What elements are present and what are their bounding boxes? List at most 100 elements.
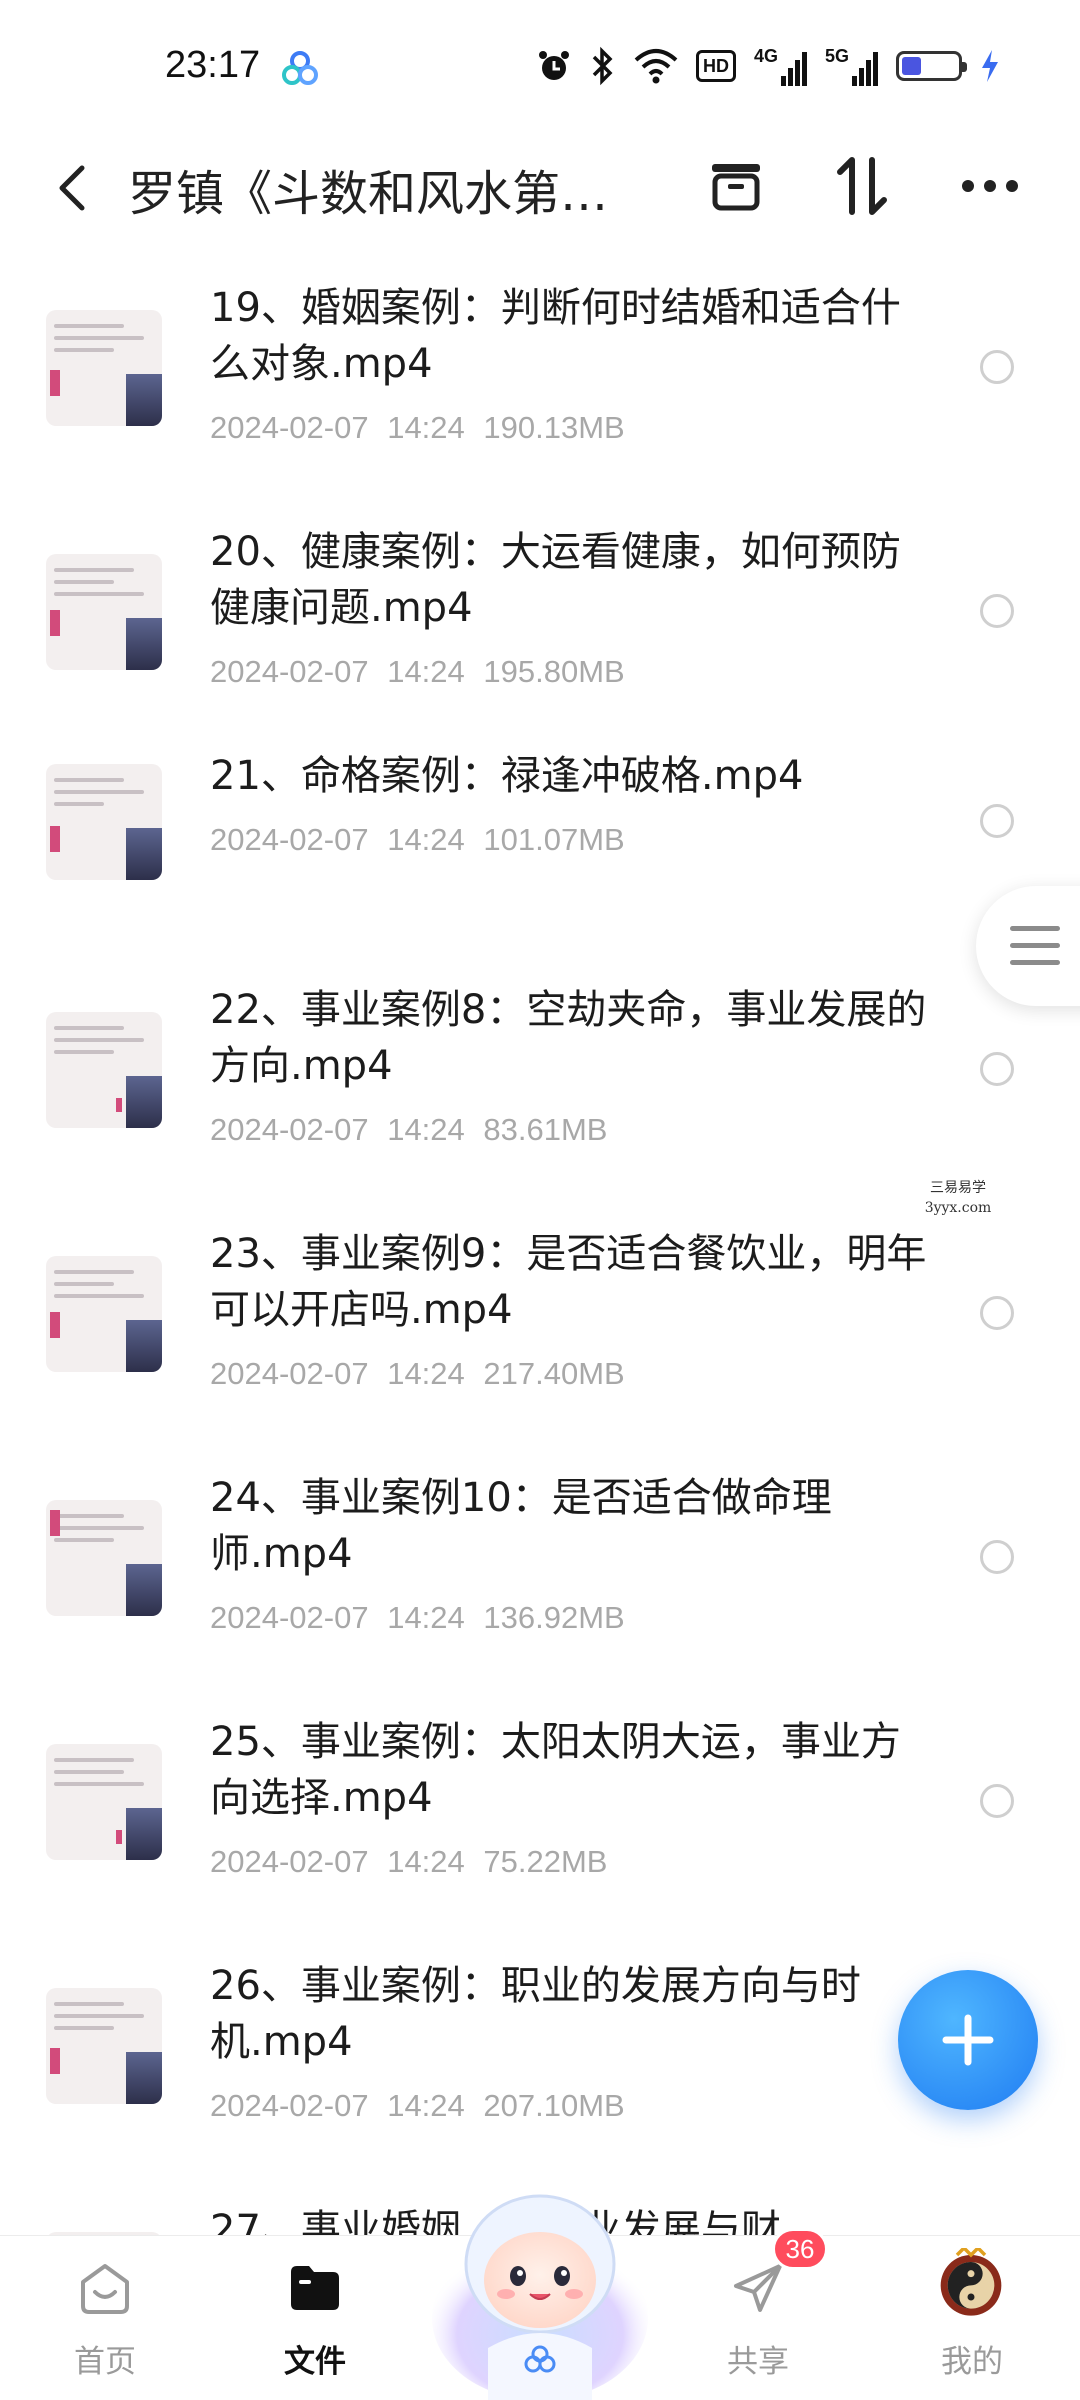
folder-icon: [291, 2266, 339, 2310]
select-radio[interactable]: [980, 1296, 1014, 1330]
thumb-mark: [116, 1830, 122, 1844]
archive-icon: [712, 164, 760, 211]
thumb-mark: [50, 1312, 60, 1338]
signal-5g-icon: 5G: [825, 46, 878, 86]
thumb-photo: [126, 1808, 162, 1860]
watermark-line2: 3yyx.com: [924, 1200, 992, 1216]
menu-icon-line: [1010, 943, 1060, 948]
tab-profile[interactable]: 我的: [872, 2236, 1072, 2400]
file-row[interactable]: 25、事业案例：太阳太阴大运，事业方向选择.mp4 2024-02-07 14:…: [0, 1714, 1080, 1958]
file-time: 14:24: [387, 1844, 465, 1879]
file-date: 2024-02-07: [210, 1112, 369, 1147]
thumb-mark: [50, 370, 60, 396]
select-radio[interactable]: [980, 1784, 1014, 1818]
thumb-line: [54, 2014, 144, 2018]
signal-4g-icon: 4G: [754, 46, 807, 86]
thumb-photo: [126, 1076, 162, 1128]
cloud-app-icon: [282, 51, 318, 85]
file-name: 20、健康案例：大运看健康，如何预防健康问题.mp4: [210, 529, 901, 631]
plus-icon: [942, 2014, 994, 2066]
thumb-line: [54, 1770, 124, 1774]
file-row[interactable]: 21、命格案例：禄逢冲破格.mp4 2024-02-07 14:24 101.0…: [0, 753, 1080, 982]
select-radio[interactable]: [980, 350, 1014, 384]
select-radio[interactable]: [980, 1540, 1014, 1574]
thumb-line: [54, 1050, 114, 1054]
file-date: 2024-02-07: [210, 2088, 369, 2123]
hd-icon: HD: [695, 50, 736, 82]
file-row[interactable]: 20、健康案例：大运看健康，如何预防健康问题.mp4 2024-02-07 14…: [0, 524, 1080, 768]
thumb-photo: [126, 828, 162, 880]
file-row[interactable]: 23、事业案例9：是否适合餐饮业，明年可以开店吗.mp4 2024-02-07 …: [0, 1226, 1080, 1470]
file-size: 101.07MB: [483, 822, 625, 857]
select-radio[interactable]: [980, 1052, 1014, 1086]
file-size: 207.10MB: [483, 2088, 625, 2123]
archive-button[interactable]: [700, 150, 772, 222]
thumb-mark: [50, 826, 60, 852]
file-size: 83.61MB: [483, 1112, 608, 1147]
file-meta: 2024-02-07 14:24 190.13MB: [210, 410, 625, 446]
file-time: 14:24: [387, 1112, 465, 1147]
menu-icon-line: [1010, 960, 1060, 965]
file-time: 14:24: [387, 1356, 465, 1391]
file-time: 14:24: [387, 654, 465, 689]
tab-files[interactable]: 文件: [215, 2236, 415, 2400]
top-nav-bar: 罗镇《斗数和风水第…: [0, 130, 1080, 240]
file-name: 24、事业案例10：是否适合做命理师.mp4: [210, 1475, 832, 1577]
watermark: 三易易学 3yyx.com: [918, 1178, 998, 1218]
home-icon: [81, 2264, 129, 2314]
sort-button[interactable]: [826, 150, 898, 222]
signal-4g-label: 4G: [753, 46, 778, 66]
select-radio[interactable]: [980, 594, 1014, 628]
more-icon: [962, 180, 1018, 192]
file-date: 2024-02-07: [210, 654, 369, 689]
menu-icon: [1010, 926, 1060, 931]
add-button[interactable]: [898, 1970, 1038, 2110]
more-button[interactable]: [954, 150, 1026, 222]
tab-label: 共享: [727, 2344, 789, 2380]
file-meta: 2024-02-07 14:24 75.22MB: [210, 1844, 607, 1880]
thumb-mark: [50, 610, 60, 636]
tab-share[interactable]: 36 共享: [658, 2228, 858, 2400]
video-thumbnail: [46, 1256, 162, 1372]
thumb-line: [54, 802, 104, 806]
signal-5g-label: 5G: [824, 46, 849, 66]
alarm-icon: [538, 51, 569, 80]
thumb-mark: [116, 1098, 122, 1112]
back-icon[interactable]: [48, 158, 98, 218]
status-icons: HD 4G 5G: [536, 46, 1000, 86]
file-date: 2024-02-07: [210, 1600, 369, 1635]
screen: 23:17 HD 4G 5G 罗镇《斗数和风水第… 19、婚姻案例：判断何时结婚…: [0, 0, 1080, 2400]
select-radio[interactable]: [980, 804, 1014, 838]
thumb-line: [54, 778, 124, 782]
thumb-mark: [50, 1510, 60, 1536]
file-meta: 2024-02-07 14:24 195.80MB: [210, 654, 625, 690]
file-row[interactable]: 19、婚姻案例：判断何时结婚和适合什么对象.mp4 2024-02-07 14:…: [0, 280, 1080, 524]
avatar-icon: [940, 2248, 1002, 2316]
file-date: 2024-02-07: [210, 410, 369, 445]
battery-icon: [896, 51, 967, 81]
file-row[interactable]: 24、事业案例10：是否适合做命理师.mp4 2024-02-07 14:24 …: [0, 1470, 1080, 1714]
tab-label: 我的: [941, 2344, 1003, 2380]
sort-icon: [837, 157, 887, 215]
tab-home[interactable]: 首页: [5, 2236, 205, 2400]
thumb-photo: [126, 374, 162, 426]
battery-tip: [962, 62, 967, 72]
thumb-line: [54, 348, 114, 352]
thumb-line: [54, 790, 144, 794]
video-thumbnail: [46, 1744, 162, 1860]
wifi-icon: [634, 49, 678, 84]
thumb-line: [54, 2002, 124, 2006]
file-size: 195.80MB: [483, 654, 625, 689]
notification-badge: 36: [772, 2228, 828, 2270]
thumb-line: [54, 1782, 144, 1786]
thumb-line: [54, 1282, 114, 1286]
hd-label: HD: [702, 55, 729, 76]
file-name: 21、命格案例：禄逢冲破格.mp4: [210, 753, 804, 799]
mascot-assistant-icon[interactable]: [428, 2168, 652, 2400]
send-icon: [734, 2264, 782, 2312]
thumb-line: [54, 1026, 124, 1030]
watermark-line1: 三易易学: [930, 1180, 986, 1196]
thumb-line: [54, 592, 144, 596]
file-time: 14:24: [387, 822, 465, 857]
battery-level: [902, 57, 921, 75]
